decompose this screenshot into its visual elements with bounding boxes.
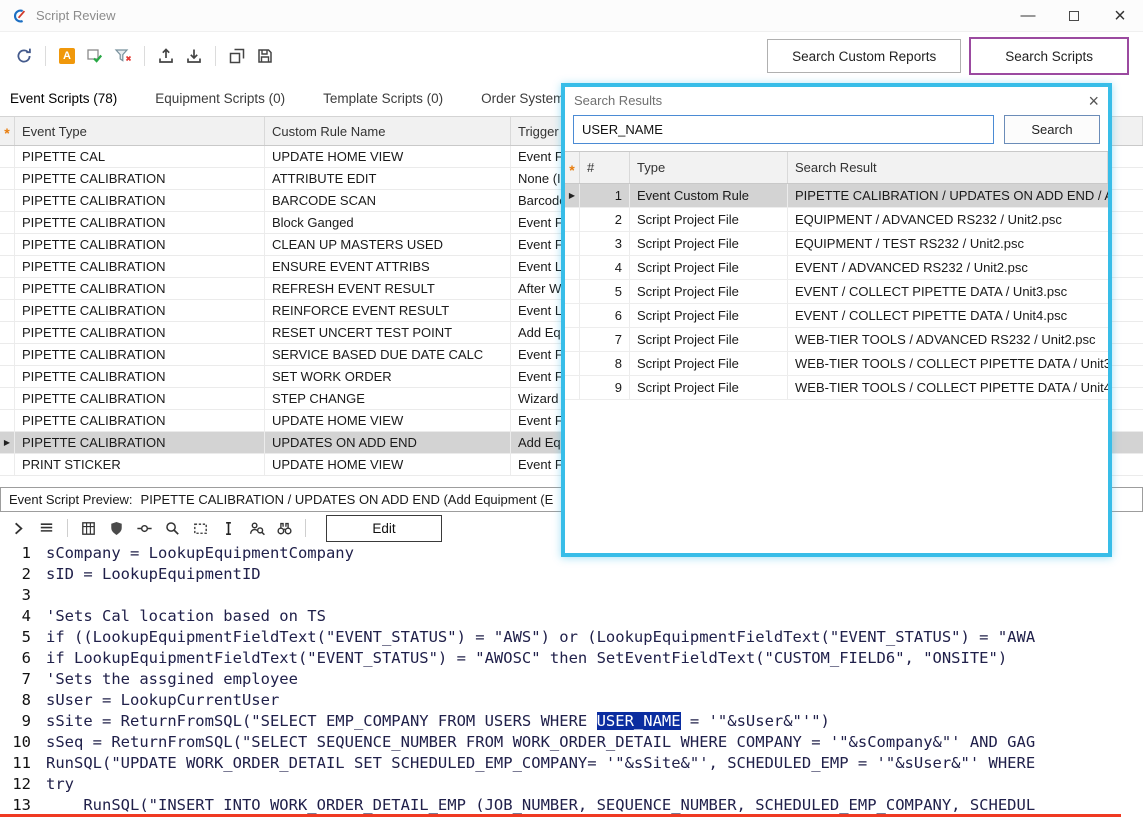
open-new-window-icon[interactable] (223, 42, 251, 70)
search-results-close-icon[interactable]: × (1088, 92, 1099, 110)
script-code-editor[interactable]: 1sCompany = LookupEquipmentCompany 2sID … (0, 543, 1143, 817)
code-line: 8sUser = LookupCurrentUser (0, 690, 1143, 711)
attribute-a-icon[interactable]: A (53, 42, 81, 70)
line-number: 9 (0, 711, 46, 732)
toolbar-separator (45, 46, 46, 66)
window-check-icon[interactable] (81, 42, 109, 70)
close-button[interactable]: × (1097, 0, 1143, 31)
maximize-button[interactable] (1051, 0, 1097, 31)
line-number: 8 (0, 690, 46, 711)
scope-icon[interactable] (132, 516, 157, 541)
code-line: 11RunSQL("UPDATE WORK_ORDER_DETAIL SET S… (0, 753, 1143, 774)
selected-row-arrow-icon: ▶ (4, 438, 10, 447)
search-results-header: * # Type Search Result (565, 152, 1108, 184)
code-line: 4'Sets Cal location based on TS (0, 606, 1143, 627)
line-number: 13 (0, 795, 46, 816)
code-line: 12try (0, 774, 1143, 795)
script-tabs: Event Scripts (78) Equipment Scripts (0)… (0, 82, 609, 114)
line-number: 4 (0, 606, 46, 627)
tab-event-scripts[interactable]: Event Scripts (78) (10, 91, 117, 106)
search-results-title: Search Results (574, 93, 662, 108)
toolbar-separator (67, 519, 68, 537)
search-result-row[interactable]: 2 Script Project File EQUIPMENT / ADVANC… (565, 208, 1108, 232)
refresh-icon[interactable] (10, 42, 38, 70)
save-icon[interactable] (251, 42, 279, 70)
search-input[interactable] (573, 115, 994, 144)
column-header-event-type[interactable]: Event Type (15, 117, 265, 145)
line-number: 5 (0, 627, 46, 648)
code-line: 2sID = LookupEquipmentID (0, 564, 1143, 585)
column-header-type[interactable]: Type (630, 152, 788, 183)
search-result-row[interactable]: 8 Script Project File WEB-TIER TOOLS / C… (565, 352, 1108, 376)
line-number: 6 (0, 648, 46, 669)
search-result-row[interactable]: 3 Script Project File EQUIPMENT / TEST R… (565, 232, 1108, 256)
search-result-row-selected[interactable]: ▶ 1 Event Custom Rule PIPETTE CALIBRATIO… (565, 184, 1108, 208)
code-line: 3 (0, 585, 1143, 606)
line-number: 7 (0, 669, 46, 690)
required-marker-column: * (0, 117, 15, 145)
search-result-row[interactable]: 6 Script Project File EVENT / COLLECT PI… (565, 304, 1108, 328)
search-results-grid: * # Type Search Result ▶ 1 Event Custom … (565, 151, 1108, 400)
code-line: 5if ((LookupEquipmentFieldText("EVENT_ST… (0, 627, 1143, 648)
code-line: 9sSite = ReturnFromSQL("SELECT EMP_COMPA… (0, 711, 1143, 732)
column-header-number[interactable]: # (580, 152, 630, 183)
code-line: 6if LookupEquipmentFieldText("EVENT_STAT… (0, 648, 1143, 669)
search-row: Search (565, 114, 1108, 151)
export-icon[interactable] (152, 42, 180, 70)
maximize-icon (1069, 11, 1079, 21)
main-toolbar: A (0, 33, 1143, 79)
search-result-row[interactable]: 7 Script Project File WEB-TIER TOOLS / A… (565, 328, 1108, 352)
search-button[interactable]: Search (1004, 115, 1100, 144)
tab-equipment-scripts[interactable]: Equipment Scripts (0) (155, 91, 285, 106)
download-icon[interactable] (180, 42, 208, 70)
app-logo-icon (10, 7, 28, 25)
preview-value: PIPETTE CALIBRATION / UPDATES ON ADD END… (141, 492, 554, 507)
column-header-search-result[interactable]: Search Result (788, 152, 1108, 183)
window-title: Script Review (36, 8, 115, 23)
code-line: 13 RunSQL("INSERT INTO WORK_ORDER_DETAIL… (0, 795, 1143, 816)
line-number: 1 (0, 543, 46, 564)
line-number: 10 (0, 732, 46, 753)
search-match-highlight: USER_NAME (597, 712, 681, 730)
rows-icon[interactable] (34, 516, 59, 541)
text-cursor-icon[interactable] (216, 516, 241, 541)
filter-clear-icon[interactable] (109, 42, 137, 70)
edit-button[interactable]: Edit (326, 515, 442, 542)
selected-row-arrow-icon: ▶ (569, 191, 575, 200)
toolbar-separator (305, 519, 306, 537)
search-result-row[interactable]: 4 Script Project File EVENT / ADVANCED R… (565, 256, 1108, 280)
minimize-button[interactable]: — (1005, 0, 1051, 31)
tab-template-scripts[interactable]: Template Scripts (0) (323, 91, 443, 106)
search-results-titlebar: Search Results × (565, 87, 1108, 114)
select-region-icon[interactable] (188, 516, 213, 541)
toolbar-separator (215, 46, 216, 66)
code-line: 7'Sets the assgined employee (0, 669, 1143, 690)
search-custom-reports-button[interactable]: Search Custom Reports (767, 39, 961, 73)
toolbar-separator (144, 46, 145, 66)
code-line: 10sSeq = ReturnFromSQL("SELECT SEQUENCE_… (0, 732, 1143, 753)
line-number: 12 (0, 774, 46, 795)
column-header-custom-rule-name[interactable]: Custom Rule Name (265, 117, 511, 145)
binoculars-icon[interactable] (272, 516, 297, 541)
shield-icon[interactable] (104, 516, 129, 541)
line-number: 2 (0, 564, 46, 585)
user-search-icon[interactable] (244, 516, 269, 541)
required-marker-column: * (565, 152, 580, 183)
window-titlebar: Script Review — × (0, 0, 1143, 32)
search-scripts-button[interactable]: Search Scripts (969, 37, 1129, 75)
line-number: 3 (0, 585, 46, 606)
line-number: 11 (0, 753, 46, 774)
search-result-row[interactable]: 5 Script Project File EVENT / COLLECT PI… (565, 280, 1108, 304)
zoom-icon[interactable] (160, 516, 185, 541)
editor-toolbar: Edit (6, 514, 442, 542)
search-result-row[interactable]: 9 Script Project File WEB-TIER TOOLS / C… (565, 376, 1108, 400)
search-results-window: Search Results × Search * # Type Search … (561, 83, 1112, 557)
run-icon[interactable] (6, 516, 31, 541)
preview-label: Event Script Preview: (9, 492, 133, 507)
report-icon[interactable] (76, 516, 101, 541)
